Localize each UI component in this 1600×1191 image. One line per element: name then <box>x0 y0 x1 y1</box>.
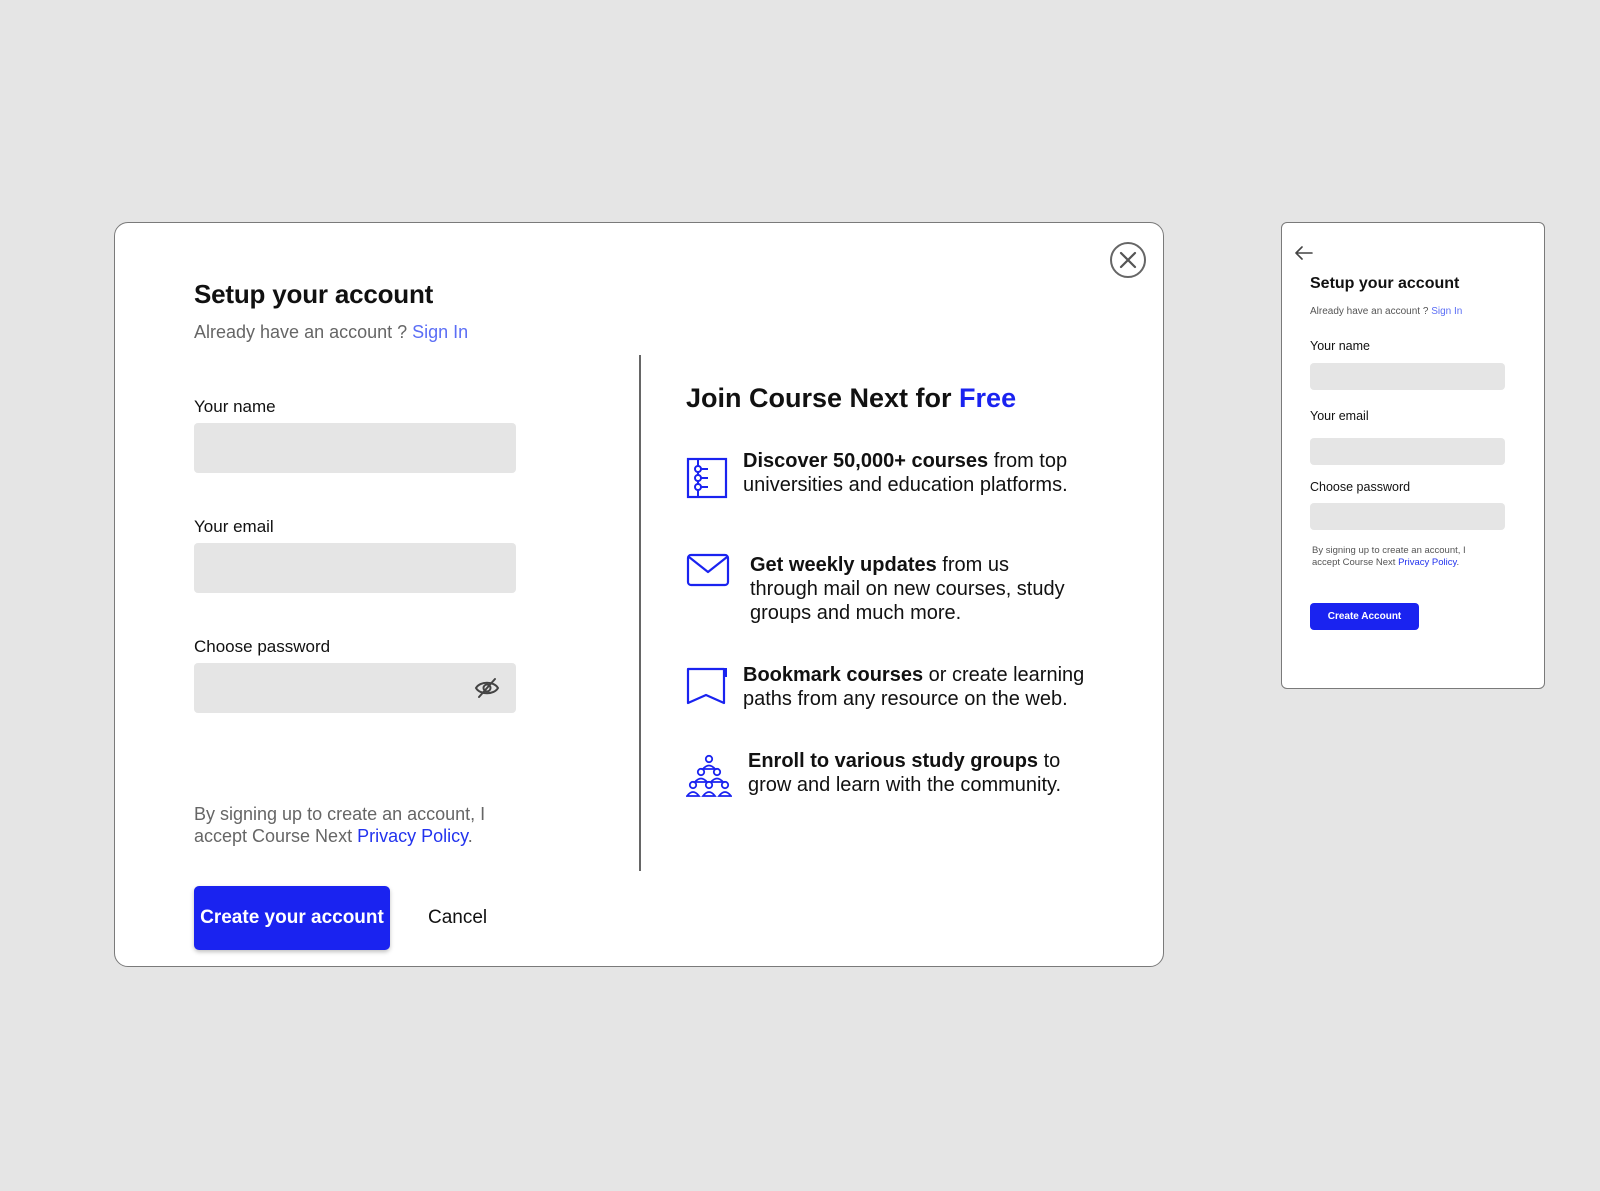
mobile-password-label: Choose password <box>1310 480 1411 494</box>
mobile-name-field[interactable] <box>1310 363 1505 390</box>
mobile-signin-link[interactable]: Sign In <box>1431 306 1462 317</box>
signin-prompt: Already have an account ? Sign In <box>194 322 614 343</box>
mobile-name-label: Your name <box>1310 339 1370 353</box>
email-label: Your email <box>194 517 274 536</box>
benefits-panel: Join Course Next for Free Discover 50,00… <box>686 383 1096 863</box>
feature-item: Get weekly updates from us through mail … <box>686 553 1080 625</box>
privacy-notice: By signing up to create an account, I ac… <box>194 804 514 847</box>
cancel-button[interactable]: Cancel <box>428 907 487 929</box>
close-button[interactable] <box>1110 242 1146 278</box>
bookmark-icon <box>686 667 727 705</box>
feature-text: Bookmark courses or create learning path… <box>743 663 1093 711</box>
mail-icon <box>686 553 730 587</box>
password-field[interactable] <box>194 663 516 713</box>
mobile-page-title: Setup your account <box>1310 275 1460 292</box>
mobile-privacy-policy-link[interactable]: Privacy Policy <box>1398 557 1456 568</box>
feature-bold: Get weekly updates <box>750 554 937 576</box>
mobile-signin-prompt-text: Already have an account ? <box>1310 306 1432 317</box>
privacy-notice-suffix: . <box>467 825 473 846</box>
mobile-password-field[interactable] <box>1310 503 1505 530</box>
mobile-privacy-notice: By signing up to create an account, I ac… <box>1312 545 1492 569</box>
signin-link[interactable]: Sign In <box>412 322 468 342</box>
name-label: Your name <box>194 397 276 416</box>
close-icon <box>1119 251 1137 269</box>
feature-bold: Enroll to various study groups <box>748 750 1039 772</box>
mobile-signup-card: Setup your account Already have an accou… <box>1281 222 1545 689</box>
feature-bold: Discover 50,000+ courses <box>743 450 989 472</box>
mobile-create-account-button[interactable]: Create Account <box>1310 603 1419 630</box>
toggle-password-visibility-icon[interactable] <box>474 676 500 705</box>
email-field[interactable] <box>194 543 516 593</box>
feature-item: Discover 50,000+ courses from top univer… <box>686 449 1073 499</box>
benefits-title: Join Course Next for Free <box>686 383 1096 414</box>
mobile-email-field[interactable] <box>1310 438 1505 465</box>
signup-dialog: Setup your account Already have an accou… <box>114 222 1164 967</box>
benefits-title-text: Join Course Next for <box>686 383 960 413</box>
group-icon <box>686 754 732 797</box>
privacy-policy-link[interactable]: Privacy Policy <box>357 826 468 846</box>
benefits-title-highlight: Free <box>959 383 1017 413</box>
create-account-button[interactable]: Create your account <box>194 886 390 950</box>
signup-form: Setup your account Already have an accou… <box>194 279 614 969</box>
feature-item: Bookmark courses or create learning path… <box>686 663 1093 711</box>
feature-bold: Bookmark courses <box>743 664 924 686</box>
courses-list-icon <box>686 457 728 499</box>
feature-text: Discover 50,000+ courses from top univer… <box>743 449 1073 497</box>
password-label: Choose password <box>194 637 331 656</box>
back-arrow-icon[interactable] <box>1294 245 1314 261</box>
mobile-privacy-notice-suffix: . <box>1456 557 1460 568</box>
mobile-signin-prompt: Already have an account ? Sign In <box>1310 306 1462 317</box>
mobile-email-label: Your email <box>1310 409 1369 423</box>
divider <box>639 355 641 871</box>
feature-text: Get weekly updates from us through mail … <box>750 553 1080 625</box>
name-field[interactable] <box>194 423 516 473</box>
signin-prompt-text: Already have an account ? <box>194 322 413 342</box>
page-title: Setup your account <box>194 279 434 309</box>
feature-text: Enroll to various study groups to grow a… <box>748 749 1068 797</box>
feature-item: Enroll to various study groups to grow a… <box>686 749 1068 799</box>
